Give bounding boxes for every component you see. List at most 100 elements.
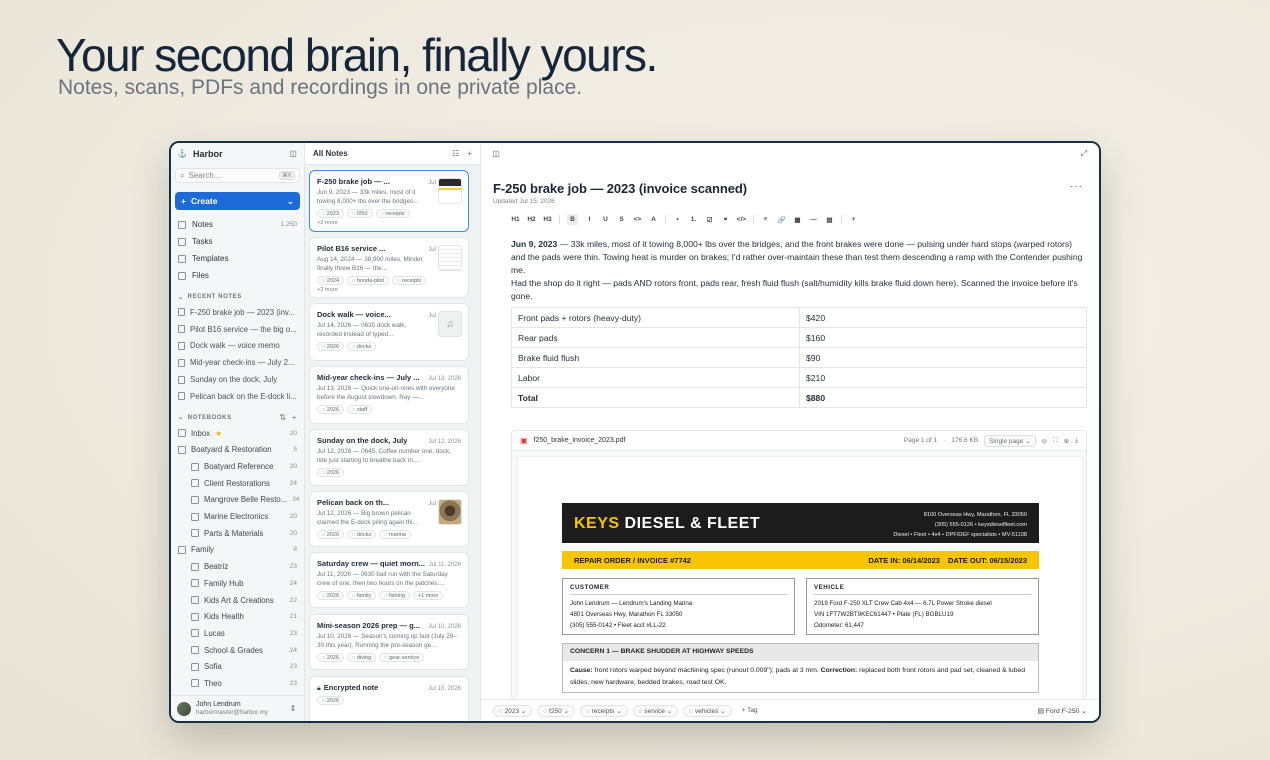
tag-chip[interactable]: ◌ 2026 xyxy=(317,530,345,539)
tag-chip[interactable]: ◌ family xyxy=(347,591,377,600)
more-options-icon[interactable]: ··· xyxy=(1070,181,1083,192)
toolbar-button[interactable]: ☑ xyxy=(705,215,714,224)
notebook-item[interactable]: Sofia 23 xyxy=(171,658,304,675)
search-input[interactable]: ⌕ Search... ⌘K xyxy=(175,168,300,183)
tag-chip[interactable]: ◌ receipts xyxy=(392,276,427,285)
toolbar-button[interactable]: U xyxy=(601,215,610,224)
tag-chip[interactable]: ◌ 2024 xyxy=(317,276,345,285)
footer-tag[interactable]: ◌ receipts ⌄ xyxy=(579,704,628,717)
toolbar-button[interactable]: <> xyxy=(633,215,642,224)
tag-chip[interactable]: ◌ 2023 xyxy=(317,209,345,218)
notebook-item[interactable]: Inbox ★ 20 xyxy=(171,425,304,442)
toolbar-button[interactable]: H3 xyxy=(543,215,552,224)
recent-note-item[interactable]: F-250 brake job — 2023 (inv... xyxy=(171,304,304,321)
tag-chip[interactable]: ◌ staff xyxy=(347,405,373,414)
note-card[interactable]: Saturday crew — quiet morn... Jul 11, 202… xyxy=(309,552,469,608)
table-row[interactable]: Front pads + rotors (heavy-duty) $420 xyxy=(511,307,1087,328)
sidebar-item-tasks[interactable]: Tasks xyxy=(171,233,304,250)
footer-tag[interactable]: ◌ f250 ⌄ xyxy=(537,704,575,717)
footer-tag[interactable]: ◌ service ⌄ xyxy=(632,704,679,717)
download-icon[interactable]: ⤓ xyxy=(1075,437,1078,445)
user-profile[interactable]: John Lendrum harbormaster@harbor.my ⇕ xyxy=(171,695,304,721)
note-card[interactable]: Mid-year check-ins — July ... Jul 13, 202… xyxy=(309,366,469,424)
tag-chip[interactable]: ◌ 2026 xyxy=(317,342,345,351)
tag-chip[interactable]: ◌ fishing xyxy=(379,591,410,600)
tag-chip[interactable]: ◌ f250 xyxy=(347,209,373,218)
toolbar-button[interactable]: </> xyxy=(737,215,746,224)
toolbar-button[interactable]: ❝ xyxy=(721,215,730,224)
notebook-item[interactable]: Beatriz 23 xyxy=(171,558,304,575)
toolbar-button[interactable]: + xyxy=(849,215,858,224)
add-tag-button[interactable]: + Tag xyxy=(737,706,763,715)
sort-icon[interactable]: ⇅ xyxy=(279,413,286,422)
notebook-item[interactable]: Family 8 xyxy=(171,542,304,559)
recent-note-item[interactable]: Dock walk — voice memo xyxy=(171,338,304,355)
fit-icon[interactable]: ⛶ xyxy=(1053,437,1058,445)
notebook-item[interactable]: Kids Health 21 xyxy=(171,608,304,625)
tag-chip[interactable]: ◌ diving xyxy=(347,653,377,662)
tag-chip[interactable]: ◌ docks xyxy=(347,530,377,539)
note-card[interactable]: Dock walk — voice...Jul 14, 2026Jul 14, … xyxy=(309,303,469,361)
sidebar-toggle-icon[interactable]: ◫ xyxy=(288,149,298,159)
recent-note-item[interactable]: Pilot B16 service — the big o... xyxy=(171,321,304,338)
notebook-item[interactable]: Boatyard & Restoration 5 xyxy=(171,441,304,458)
note-card[interactable]: Sunday on the dock, July Jul 12, 2026 Jul … xyxy=(309,429,469,486)
notebook-item[interactable]: Parts & Materials 20 xyxy=(171,525,304,542)
notebook-item[interactable]: Theo 23 xyxy=(171,675,304,692)
expand-icon[interactable]: ⇕ xyxy=(288,704,298,714)
footer-tag[interactable]: ◌ vehicles ⌄ xyxy=(683,704,732,717)
new-note-icon[interactable]: + xyxy=(467,149,472,158)
tag-chip[interactable]: ◌ gear-service xyxy=(379,653,425,662)
toolbar-button[interactable]: 1. xyxy=(689,215,698,224)
note-card[interactable]: 🔒︎ Encrypted note Jul 10, 2026 ◌ 2026 xyxy=(309,676,469,721)
tag-chip[interactable]: ◌ 2026 xyxy=(317,653,345,662)
toolbar-button[interactable]: H1 xyxy=(511,215,520,224)
notebook-item[interactable]: Mangrove Belle Resto... 34 xyxy=(171,492,304,509)
toolbar-button[interactable]: 🔗 xyxy=(777,215,786,224)
tag-chip[interactable]: ◌ marina xyxy=(379,530,411,539)
footer-tag[interactable]: ◌ 2023 ⌄ xyxy=(493,704,533,717)
tag-chip[interactable]: ◌ 2026 xyxy=(317,696,345,705)
notebook-selector[interactable]: ▤ Ford F-250 ⌄ xyxy=(1037,707,1087,715)
sidebar-item-notes[interactable]: Notes 1,250 xyxy=(171,216,304,233)
toolbar-button[interactable]: H2 xyxy=(527,215,536,224)
note-card[interactable]: Pelican back on th...Jul 12, 2026Jul 12,… xyxy=(309,491,469,547)
zoom-out-icon[interactable]: ⊖ xyxy=(1042,437,1047,445)
tag-chip[interactable]: ◌ 2026 xyxy=(317,405,345,414)
chevron-down-icon[interactable]: ⌄ xyxy=(287,196,294,207)
table-row[interactable]: Brake fluid flush $90 xyxy=(511,347,1087,368)
notebook-item[interactable]: Boatyard Reference 20 xyxy=(171,458,304,475)
toolbar-button[interactable]: B xyxy=(567,214,578,225)
notebook-item[interactable]: Marine Electronics 20 xyxy=(171,508,304,525)
panel-toggle-icon[interactable]: ◫ xyxy=(491,149,501,159)
add-notebook-icon[interactable]: + xyxy=(292,413,297,422)
more-tags[interactable]: +2 more xyxy=(317,220,461,226)
toolbar-button[interactable]: — xyxy=(809,215,818,224)
note-card[interactable]: F-250 brake job — ...Jul 15, 2026Jun 9, … xyxy=(309,170,469,232)
notebook-item[interactable]: Kids Art & Creations 22 xyxy=(171,592,304,609)
table-row[interactable]: Total $880 xyxy=(511,387,1087,408)
note-title[interactable]: F-250 brake job — 2023 (invoice scanned) xyxy=(493,181,747,196)
fullscreen-icon[interactable]: ⤢ xyxy=(1079,149,1089,159)
recent-note-item[interactable]: Pelican back on the E-dock li... xyxy=(171,388,304,405)
notebook-item[interactable]: Family Hub 24 xyxy=(171,575,304,592)
tag-chip[interactable]: ◌ 2026 xyxy=(317,468,345,477)
toolbar-button[interactable]: ▦ xyxy=(793,215,802,224)
filter-icon[interactable]: ☷ xyxy=(452,149,459,158)
notebook-item[interactable]: Client Restorations 24 xyxy=(171,475,304,492)
sidebar-item-files[interactable]: Files xyxy=(171,267,304,284)
cost-table[interactable]: Front pads + rotors (heavy-duty) $420 Rear… xyxy=(511,307,1087,408)
toolbar-button[interactable]: ≡ xyxy=(761,215,770,224)
zoom-in-icon[interactable]: ⊕ xyxy=(1064,437,1069,445)
pdf-viewer[interactable]: ▣ f250_brake_invoice_2023.pdf Page 1 of … xyxy=(511,430,1087,700)
notebook-item[interactable]: Lucas 23 xyxy=(171,625,304,642)
create-button[interactable]: + Create ⌄ xyxy=(175,192,300,210)
recent-note-item[interactable]: Mid-year check-ins — July 2... xyxy=(171,354,304,371)
table-row[interactable]: Rear pads $160 xyxy=(511,327,1087,348)
note-body[interactable]: Jun 9, 2023 — 33k miles, most of it towi… xyxy=(511,238,1087,303)
tag-chip[interactable]: +1 more xyxy=(412,591,444,600)
tag-chip[interactable]: ◌ docks xyxy=(347,342,377,351)
note-card[interactable]: Pilot B16 service ...Jul 14, 2026Aug 14,… xyxy=(309,237,469,298)
sidebar-item-templates[interactable]: Templates xyxy=(171,250,304,267)
more-tags[interactable]: +2 more xyxy=(317,287,461,293)
